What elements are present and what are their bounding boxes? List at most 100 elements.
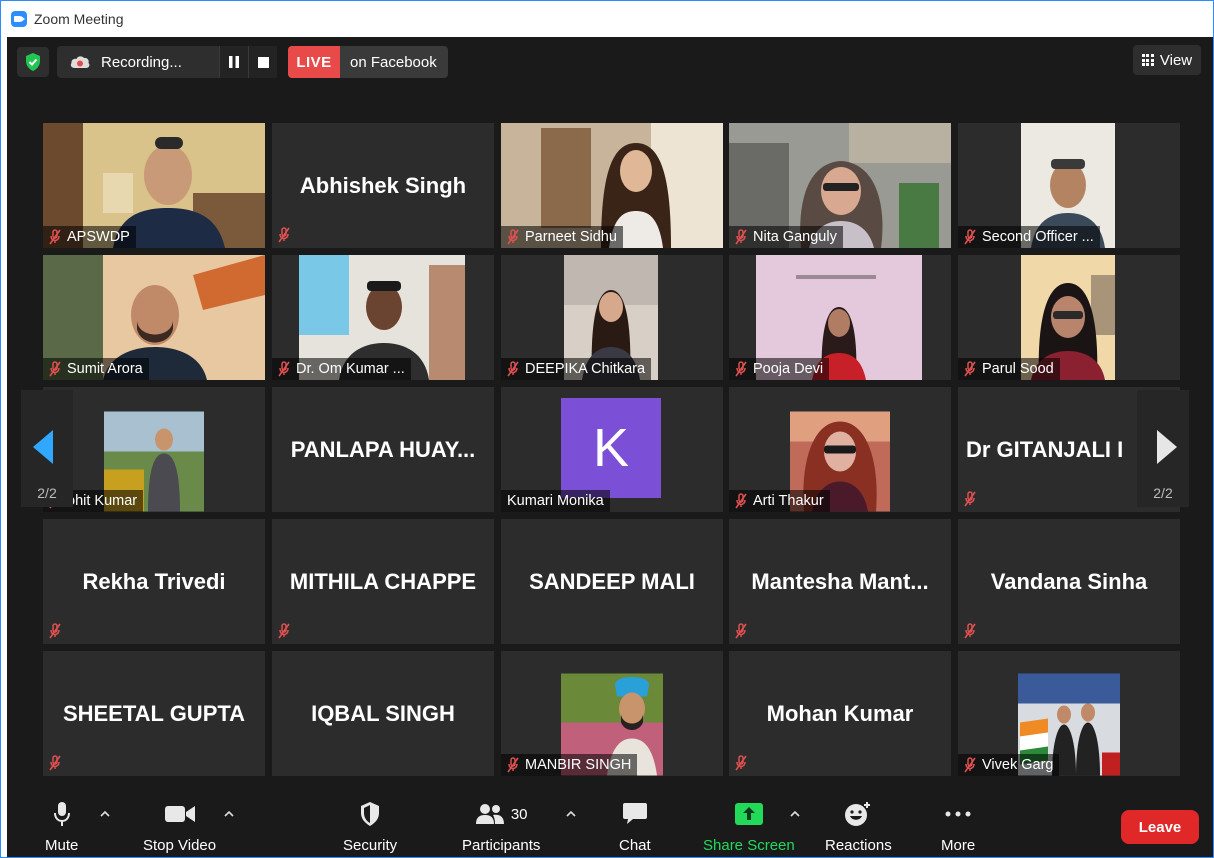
pause-icon — [229, 56, 239, 68]
meeting-area: Recording... LIVE on Facebook View APSWD… — [7, 37, 1213, 857]
participant-tile[interactable]: Pooja Devi — [729, 255, 951, 380]
grid-view-icon — [1141, 54, 1154, 66]
participant-label: Arti Thakur — [729, 490, 830, 512]
muted-mic-icon — [274, 359, 294, 379]
participant-tile[interactable]: Arti Thakur — [729, 387, 951, 512]
participant-name: Vandana Sinha — [990, 568, 1148, 594]
participant-tile[interactable]: Second Officer ... — [958, 123, 1180, 248]
participant-tile[interactable]: K Kumari Monika — [501, 387, 723, 512]
leave-button[interactable]: Leave — [1121, 810, 1199, 844]
muted-mic-icon — [960, 359, 980, 379]
participant-tile[interactable]: Rekha Trivedi — [43, 519, 265, 644]
participant-name: ohit Kumar — [67, 493, 138, 509]
participants-count: 30 — [510, 805, 528, 823]
participant-label: MANBIR SINGH — [501, 754, 638, 776]
participants-button[interactable]: 30 Participants — [462, 799, 540, 855]
participants-options-chevron-icon[interactable] — [566, 809, 576, 819]
more-button[interactable]: More — [941, 799, 975, 855]
participant-tile[interactable]: Mohan Kumar — [729, 651, 951, 776]
smiley-plus-icon — [844, 799, 872, 829]
participant-name: APSWDP — [67, 229, 130, 245]
participant-name: Vivek Garg — [982, 757, 1054, 773]
chat-label: Chat — [619, 837, 651, 854]
chat-button[interactable]: Chat — [619, 799, 651, 855]
participant-name: IQBAL SINGH — [311, 700, 455, 726]
participant-label: Dr. Om Kumar ... — [272, 358, 411, 380]
participant-name: SANDEEP MALI — [529, 568, 695, 594]
pause-recording-button[interactable] — [219, 46, 248, 78]
window-title: Zoom Meeting — [34, 11, 124, 27]
live-badge: LIVE — [288, 46, 340, 78]
page-indicator: 2/2 — [1153, 485, 1173, 501]
muted-mic-icon — [45, 621, 65, 641]
muted-mic-icon — [274, 621, 294, 641]
participant-name: Sumit Arora — [67, 361, 143, 377]
participant-label: Kumari Monika — [501, 490, 610, 512]
participant-label: Nita Ganguly — [729, 226, 843, 248]
participant-tile[interactable]: Mantesha Mant... — [729, 519, 951, 644]
participant-name: Mantesha Mant... — [751, 568, 929, 594]
participant-tile[interactable]: ohit Kumar — [43, 387, 265, 512]
muted-mic-icon — [960, 755, 980, 775]
participant-name: DEEPIKA Chitkara — [525, 361, 646, 377]
participant-tile[interactable]: Sumit Arora — [43, 255, 265, 380]
live-stream-indicator[interactable]: LIVE on Facebook — [288, 46, 448, 78]
share-options-chevron-icon[interactable] — [790, 809, 800, 819]
recording-label: Recording... — [101, 53, 182, 71]
page-indicator: 2/2 — [37, 485, 57, 501]
participant-tile[interactable]: APSWDP — [43, 123, 265, 248]
reactions-button[interactable]: Reactions — [825, 799, 892, 855]
share-screen-label: Share Screen — [703, 837, 795, 854]
participant-label: Second Officer ... — [958, 226, 1100, 248]
security-button[interactable]: Security — [343, 799, 397, 855]
participant-label: DEEPIKA Chitkara — [501, 358, 652, 380]
ellipsis-icon — [945, 799, 971, 829]
participant-name: MANBIR SINGH — [525, 757, 632, 773]
title-bar: Zoom Meeting — [1, 1, 1213, 37]
muted-mic-icon — [960, 489, 980, 509]
participant-tile[interactable]: Vivek Garg — [958, 651, 1180, 776]
left-arrow-icon — [33, 430, 53, 464]
participant-tile[interactable]: MANBIR SINGH — [501, 651, 723, 776]
muted-mic-icon — [45, 753, 65, 773]
audio-options-chevron-icon[interactable] — [100, 809, 110, 819]
participant-tile[interactable]: DEEPIKA Chitkara — [501, 255, 723, 380]
participant-tile[interactable]: Abhishek Singh — [272, 123, 494, 248]
muted-mic-icon — [503, 227, 523, 247]
participant-tile[interactable]: Nita Ganguly — [729, 123, 951, 248]
participant-tile[interactable]: SANDEEP MALI — [501, 519, 723, 644]
encryption-shield-icon[interactable] — [17, 47, 49, 77]
participant-name: Parneet Sidhu — [525, 229, 617, 245]
view-button[interactable]: View — [1133, 45, 1201, 75]
stop-recording-button[interactable] — [248, 46, 277, 78]
muted-mic-icon — [731, 491, 751, 511]
participant-name: SHEETAL GUPTA — [62, 700, 246, 726]
participant-tile[interactable]: MITHILA CHAPPE — [272, 519, 494, 644]
participant-label: Vivek Garg — [958, 754, 1060, 776]
participant-name: Rekha Trivedi — [82, 568, 226, 594]
share-screen-button[interactable]: Share Screen — [703, 799, 795, 855]
video-camera-icon — [164, 799, 196, 829]
meeting-controls: Mute Stop Video Security 30 Participants — [7, 789, 1213, 857]
participant-tile[interactable]: Parneet Sidhu — [501, 123, 723, 248]
participant-label: Parneet Sidhu — [501, 226, 623, 248]
right-arrow-icon — [1157, 430, 1177, 464]
participant-tile[interactable]: Parul Sood — [958, 255, 1180, 380]
previous-page-button[interactable]: 2/2 — [21, 390, 73, 507]
next-page-button[interactable]: 2/2 — [1137, 390, 1189, 507]
participant-name: Second Officer ... — [982, 229, 1094, 245]
stop-video-button[interactable]: Stop Video — [143, 799, 216, 855]
participant-tile[interactable]: Dr. Om Kumar ... — [272, 255, 494, 380]
video-options-chevron-icon[interactable] — [224, 809, 234, 819]
participants-label: Participants — [462, 837, 541, 854]
participant-tile[interactable]: Vandana Sinha — [958, 519, 1180, 644]
mute-button[interactable]: Mute — [45, 799, 78, 855]
muted-mic-icon — [960, 621, 980, 641]
zoom-window: Zoom Meeting Recording... LIVE on Facebo… — [0, 0, 1214, 858]
muted-mic-icon — [731, 227, 751, 247]
participant-tile[interactable]: SHEETAL GUPTA — [43, 651, 265, 776]
participant-tile[interactable]: IQBAL SINGH — [272, 651, 494, 776]
participant-name: Pooja Devi — [753, 361, 824, 377]
microphone-icon — [53, 799, 71, 829]
participant-tile[interactable]: PANLAPA HUAY... — [272, 387, 494, 512]
